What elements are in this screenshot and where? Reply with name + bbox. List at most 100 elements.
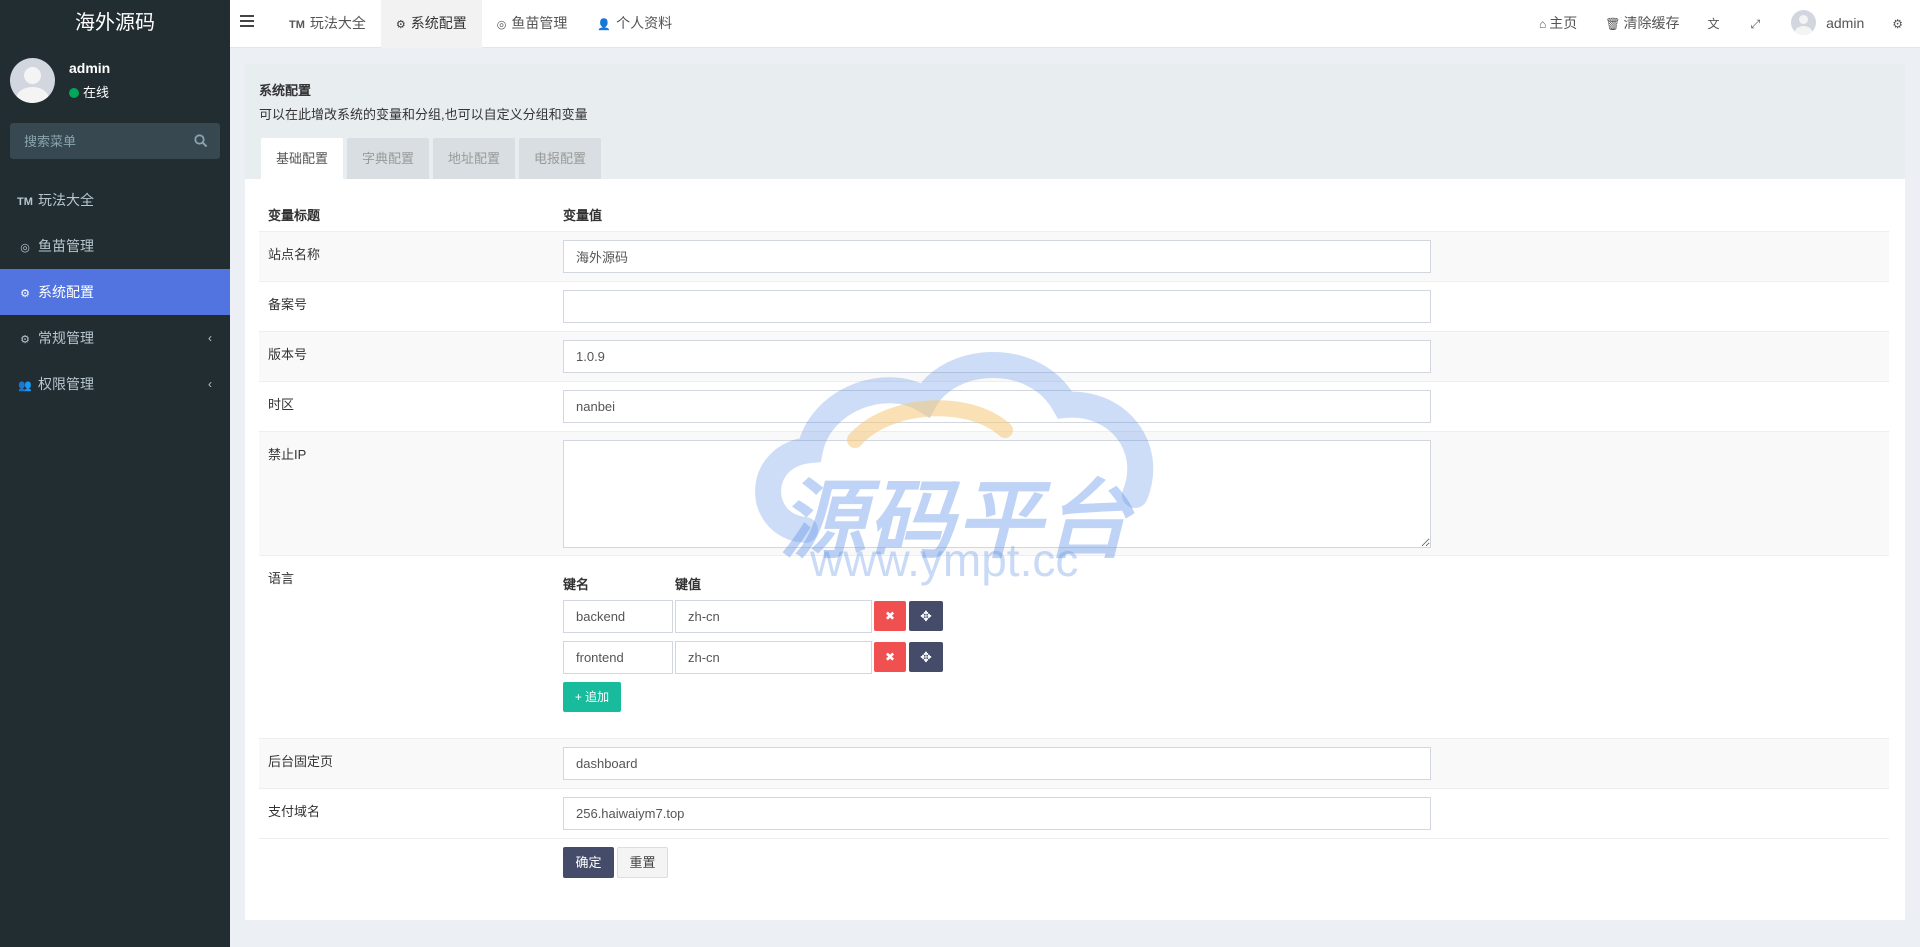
search-input[interactable] [10, 123, 190, 159]
kv-value-input[interactable] [675, 600, 872, 633]
brand-logo[interactable]: 海外源码 [0, 0, 230, 48]
form-header-row: 变量标题 变量值 [259, 191, 1889, 231]
clear-cache-link[interactable]: 🗑 清除缓存 [1591, 0, 1693, 48]
row-pay-domain: 支付域名 [259, 788, 1889, 838]
users-icon: 👥 [18, 380, 32, 392]
sidebar-menu: TM 玩法大全 ◎ 鱼苗管理 ⚙ 系统配置 ⚙ 常规管理 ‹ 👥 权限管理 ‹ [0, 177, 230, 407]
sidebar-item-label: 鱼苗管理 [38, 238, 94, 254]
beian-input[interactable] [563, 290, 1431, 323]
sidebar-item-label: 常规管理 [38, 330, 94, 346]
sidebar-item-permission[interactable]: 👥 权限管理 ‹ [0, 361, 230, 407]
home-link[interactable]: ⌂ 主页 [1525, 0, 1591, 48]
row-forbid-ip: 禁止IP [259, 431, 1889, 555]
row-actions: 确定 重置 [259, 838, 1889, 888]
fullscreen-toggle[interactable]: ⤢ [1736, 0, 1777, 48]
drag-handle-button[interactable]: ✥ [909, 642, 943, 672]
append-button[interactable]: + 追加 [563, 682, 621, 712]
row-language: 语言 键名 键值 ✖ ✥ ✖ ✥ + 追加 [259, 555, 1889, 738]
kv-value-header: 键值 [675, 577, 702, 592]
search-icon[interactable] [194, 134, 208, 148]
user-status: 在线 [69, 82, 109, 101]
panel-heading: 系统配置 可以在此增改系统的变量和分组,也可以自定义分组和变量 基础配置 字典配… [245, 64, 1905, 179]
tm-icon: TM [289, 19, 305, 31]
site-name-label: 站点名称 [268, 247, 321, 262]
header-title: 变量标题 [268, 208, 321, 223]
header-value: 变量值 [563, 208, 603, 223]
forbid-ip-textarea[interactable] [563, 440, 1431, 548]
kv-key-header: 键名 [563, 577, 590, 592]
sidebar-item-fry[interactable]: ◎ 鱼苗管理 [0, 223, 230, 269]
move-icon: ✥ [920, 608, 932, 624]
translate-icon: 文 [1707, 17, 1720, 31]
row-timezone: 时区 [259, 381, 1889, 431]
tab-dict-config[interactable]: 字典配置 [347, 138, 430, 179]
gear-icon: ⚙ [20, 288, 30, 300]
gear-icon: ⚙ [395, 19, 406, 31]
fixed-page-input[interactable] [563, 747, 1431, 780]
reset-button[interactable]: 重置 [617, 847, 668, 878]
kv-value-input[interactable] [675, 641, 872, 674]
cogs-icon: ⚙ [20, 334, 30, 346]
pay-domain-input[interactable] [563, 797, 1431, 830]
tm-icon: TM [17, 196, 33, 208]
user-status-text: 在线 [83, 85, 110, 100]
nav-tabs: TM 玩法大全 ⚙ 系统配置 ◎ 鱼苗管理 👤 个人资料 [274, 0, 687, 48]
sidebar-search [10, 123, 220, 159]
menu-toggle-icon[interactable] [240, 15, 254, 29]
sidebar-item-general[interactable]: ⚙ 常规管理 ‹ [0, 315, 230, 361]
eye-icon: ◎ [496, 19, 507, 31]
fixed-page-label: 后台固定页 [268, 754, 334, 769]
sidebar-item-system-config[interactable]: ⚙ 系统配置 [0, 269, 230, 315]
row-beian: 备案号 [259, 281, 1889, 331]
timezone-label: 时区 [268, 397, 295, 412]
avatar [10, 58, 55, 103]
sidebar-item-gameplay[interactable]: TM 玩法大全 [0, 177, 230, 223]
clear-cache-label: 清除缓存 [1623, 15, 1680, 31]
tab-label: 玩法大全 [309, 15, 366, 31]
page-description: 可以在此增改系统的变量和分组,也可以自定义分组和变量 [259, 107, 588, 122]
kv-key-input[interactable] [563, 600, 673, 633]
close-icon: ✖ [884, 650, 896, 664]
remove-row-button[interactable]: ✖ [874, 642, 906, 672]
settings-toggle[interactable]: ⚙ [1878, 0, 1920, 48]
row-version: 版本号 [259, 331, 1889, 381]
user-panel: admin 在线 [0, 48, 230, 118]
tab-address-config[interactable]: 地址配置 [433, 138, 516, 179]
close-icon: ✖ [884, 609, 896, 623]
tab-label: 鱼苗管理 [511, 15, 568, 31]
sidebar-item-label: 系统配置 [38, 284, 94, 300]
tab-telegram-config[interactable]: 电报配置 [519, 138, 602, 179]
top-navbar: TM 玩法大全 ⚙ 系统配置 ◎ 鱼苗管理 👤 个人资料 ⌂ 主页 🗑 清除缓存 文 ⤢ a… [230, 0, 1920, 48]
remove-row-button[interactable]: ✖ [874, 601, 906, 631]
language-label: 语言 [268, 571, 295, 586]
row-site-name: 站点名称 [259, 231, 1889, 281]
home-icon: ⌂ [1538, 17, 1547, 31]
main-content: 系统配置 可以在此增改系统的变量和分组,也可以自定义分组和变量 基础配置 字典配… [245, 64, 1905, 920]
timezone-input[interactable] [563, 390, 1431, 423]
drag-handle-button[interactable]: ✥ [909, 601, 943, 631]
submit-button[interactable]: 确定 [563, 847, 614, 878]
page-title: 系统配置 [259, 83, 312, 98]
tab-basic-config[interactable]: 基础配置 [261, 138, 344, 179]
site-name-input[interactable] [563, 240, 1431, 273]
tab-label: 系统配置 [410, 15, 467, 31]
sidebar-item-label: 权限管理 [38, 376, 94, 392]
tab-label: 个人资料 [616, 15, 673, 31]
trash-icon: 🗑 [1605, 17, 1621, 31]
language-switch[interactable]: 文 [1693, 0, 1736, 48]
tab-system-config[interactable]: ⚙ 系统配置 [380, 0, 482, 48]
user-menu[interactable]: admin [1777, 0, 1878, 48]
version-label: 版本号 [268, 347, 308, 362]
tab-gameplay[interactable]: TM 玩法大全 [274, 0, 381, 48]
user-icon: 👤 [597, 19, 612, 31]
user-name: admin [69, 60, 111, 76]
version-input[interactable] [563, 340, 1431, 373]
kv-key-input[interactable] [563, 641, 673, 674]
fullscreen-icon: ⤢ [1750, 17, 1761, 31]
pay-domain-label: 支付域名 [268, 804, 321, 819]
sidebar: 海外源码 admin 在线 TM 玩法大全 ◎ 鱼苗管理 ⚙ 系统配置 ⚙ 常规管理 ‹ … [0, 0, 230, 947]
tab-fry[interactable]: ◎ 鱼苗管理 [482, 0, 583, 48]
tab-profile[interactable]: 👤 个人资料 [582, 0, 687, 48]
nav-right: ⌂ 主页 🗑 清除缓存 文 ⤢ admin ⚙ [1525, 0, 1920, 48]
chevron-left-icon: ‹ [208, 331, 212, 345]
